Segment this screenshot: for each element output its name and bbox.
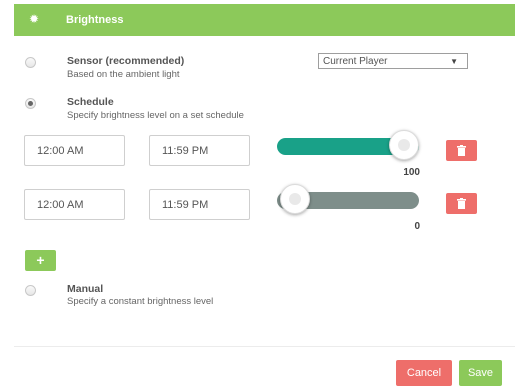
cancel-button[interactable]: Cancel [396, 360, 452, 386]
end-time-value: 11:59 PM [162, 199, 209, 211]
footer-divider [14, 346, 515, 347]
manual-description: Specify a constant brightness level [67, 296, 214, 307]
delete-row-button[interactable] [446, 193, 477, 214]
manual-title: Manual [67, 283, 104, 295]
chevron-down-icon: ▼ [450, 57, 458, 66]
brightness-value: 100 [403, 167, 420, 178]
manual-radio[interactable] [25, 285, 36, 296]
start-time-value: 12:00 AM [37, 199, 84, 211]
schedule-description: Specify brightness level on a set schedu… [67, 110, 244, 121]
gear-icon: ✹ [29, 12, 40, 26]
dialog-header: ✹ Brightness [14, 4, 515, 36]
start-time-value: 12:00 AM [37, 145, 84, 157]
end-time-input[interactable]: 11:59 PM [149, 189, 250, 220]
add-schedule-button[interactable]: + [25, 250, 56, 271]
brightness-slider-handle[interactable] [280, 184, 310, 214]
end-time-input[interactable]: 11:59 PM [149, 135, 250, 166]
save-button[interactable]: Save [459, 360, 502, 386]
dialog-title: Brightness [66, 14, 124, 26]
sensor-title: Sensor (recommended) [67, 55, 185, 67]
schedule-title: Schedule [67, 96, 114, 108]
player-select[interactable]: Current Player ▼ [318, 53, 468, 69]
brightness-value: 0 [414, 221, 420, 232]
schedule-radio[interactable] [25, 98, 36, 109]
trash-icon [457, 198, 466, 209]
end-time-value: 11:59 PM [162, 145, 209, 157]
start-time-input[interactable]: 12:00 AM [24, 189, 125, 220]
delete-row-button[interactable] [446, 140, 477, 161]
start-time-input[interactable]: 12:00 AM [24, 135, 125, 166]
sensor-description: Based on the ambient light [67, 69, 180, 80]
trash-icon [457, 145, 466, 156]
sensor-radio[interactable] [25, 57, 36, 68]
player-select-value: Current Player [323, 56, 388, 67]
brightness-slider-handle[interactable] [389, 130, 419, 160]
